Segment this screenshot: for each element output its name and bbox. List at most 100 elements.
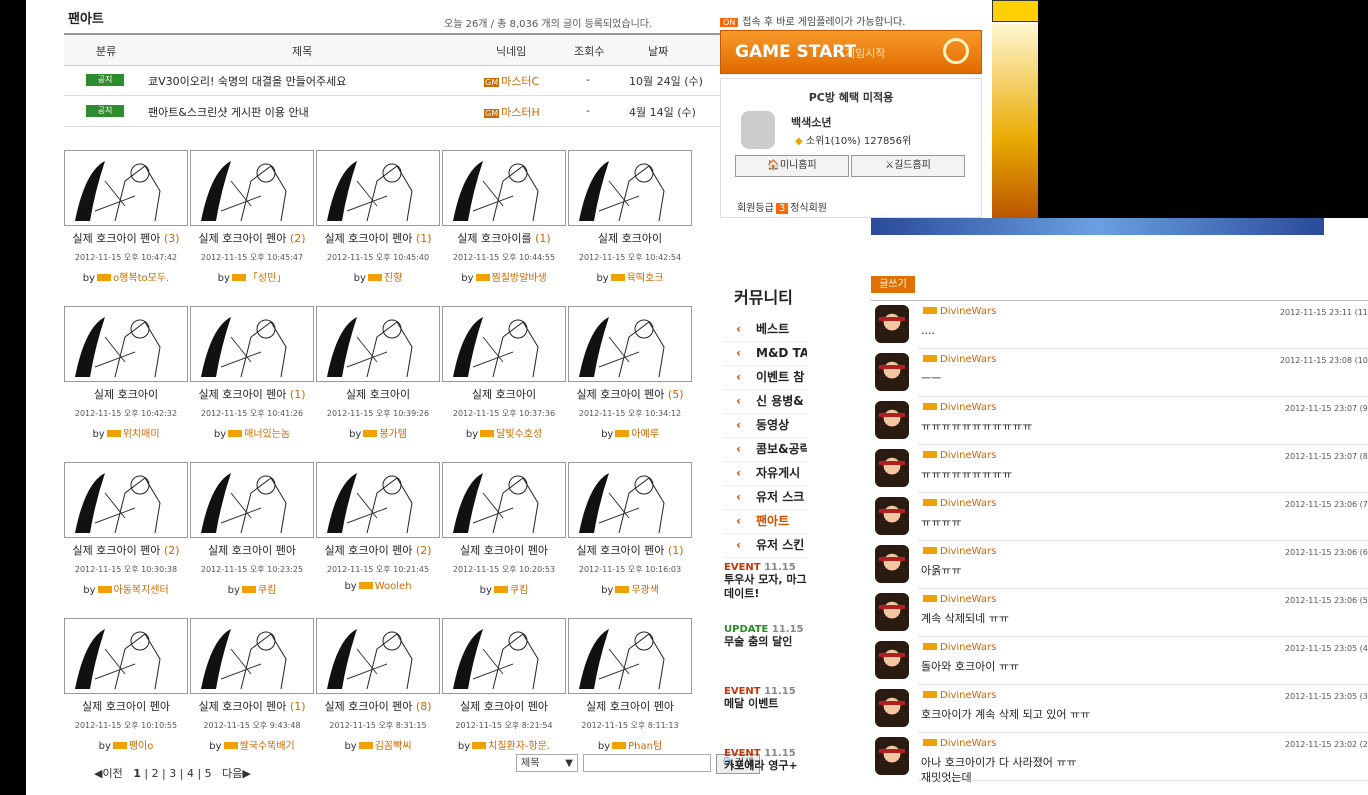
search-input[interactable] bbox=[583, 754, 711, 772]
fanart-item[interactable]: 실제 호크아이 2012-11-15 오후 10:42:54 by 육떡호크 bbox=[568, 150, 692, 290]
fanart-thumbnail[interactable] bbox=[316, 462, 440, 538]
fanart-author[interactable]: by Phan텀 bbox=[568, 737, 692, 752]
fanart-item[interactable]: 실제 호크아이 2012-11-15 오후 10:42:32 by 위치매미 bbox=[64, 306, 188, 446]
game-start-button[interactable]: GAME START 게임시작 bbox=[720, 30, 982, 74]
fanart-title[interactable]: 실제 호크아이 펜아 (1) bbox=[316, 230, 440, 246]
fanart-title[interactable]: 실제 호크아이 펜아 bbox=[64, 698, 188, 714]
fanart-item[interactable]: 실제 호크아이 펜아 2012-11-15 오후 8:11:13 by Phan텀 bbox=[568, 618, 692, 758]
notice-title[interactable]: 쿄V30이오리! 숙명의 대결을 만들어주세요 bbox=[148, 73, 346, 89]
fanart-item[interactable]: 실제 호크아이 펜아 (3) 2012-11-15 오후 10:47:42 by o행… bbox=[64, 150, 188, 290]
fanart-author[interactable]: by 봉가템 bbox=[316, 425, 440, 440]
fanart-item[interactable]: 실제 호크아이 2012-11-15 오후 10:39:26 by 봉가템 bbox=[316, 306, 440, 446]
fanart-item[interactable]: 실제 호크아이 펜아 2012-11-15 오후 8:21:54 by 치질환자-항… bbox=[442, 618, 566, 758]
fanart-author[interactable]: by 위치매미 bbox=[64, 425, 188, 440]
avatar[interactable] bbox=[875, 545, 909, 583]
top-button[interactable] bbox=[992, 0, 1038, 22]
fanart-author[interactable]: by 진향 bbox=[316, 269, 440, 284]
fanart-item[interactable]: 실제 호크아이 펜아 2012-11-15 오후 10:10:55 by 팽이o bbox=[64, 618, 188, 758]
fanart-author[interactable]: by 팽이o bbox=[64, 737, 188, 752]
fanart-author[interactable]: by Wooleh bbox=[316, 581, 440, 592]
notice-author[interactable]: GM 마스터H bbox=[484, 104, 540, 120]
minihome-button[interactable]: 🏠미니홈피 bbox=[735, 155, 849, 177]
fanart-item[interactable]: 실제 호크아이 펜아 (8) 2012-11-15 오후 8:31:15 by 김꼼빡… bbox=[316, 618, 440, 758]
fanart-thumbnail[interactable] bbox=[316, 618, 440, 694]
fanart-title[interactable]: 실제 호크아이 펜아 (1) bbox=[190, 386, 314, 402]
fanart-item[interactable]: 실제 호크아이 펜아 (1) 2012-11-15 오후 9:43:48 by 쌀국수… bbox=[190, 618, 314, 758]
fanart-thumbnail[interactable] bbox=[568, 618, 692, 694]
fanart-title[interactable]: 실제 호크아이 bbox=[442, 386, 566, 402]
page-3[interactable]: 3 bbox=[169, 767, 176, 780]
comment-author[interactable]: DivineWars bbox=[923, 450, 996, 461]
fanart-item[interactable]: 실제 호크아이 펜아 (1) 2012-11-15 오후 10:41:26 by 매너… bbox=[190, 306, 314, 446]
avatar[interactable] bbox=[875, 449, 909, 487]
fanart-author[interactable]: by 아동복지센터 bbox=[64, 581, 188, 596]
notice-row[interactable]: 공지 팬아트&스크린샷 게시판 이용 안내 GM 마스터H - 4월 14일 (수… bbox=[64, 96, 724, 127]
fanart-thumbnail[interactable] bbox=[442, 618, 566, 694]
comment-author[interactable]: DivineWars bbox=[923, 642, 996, 653]
fanart-item[interactable]: 실제 호크아이 2012-11-15 오후 10:37:36 by 달빛수호성 bbox=[442, 306, 566, 446]
fanart-title[interactable]: 실제 호크아이 펜아 (2) bbox=[190, 230, 314, 246]
fanart-title[interactable]: 실제 호크아이 펜아 (3) bbox=[64, 230, 188, 246]
fanart-author[interactable]: by 육떡호크 bbox=[568, 269, 692, 284]
comment-author[interactable]: DivineWars bbox=[923, 306, 996, 317]
prev-page[interactable]: ◀이전 bbox=[94, 767, 123, 780]
fanart-title[interactable]: 실제 호크아이 펜아 (2) bbox=[64, 542, 188, 558]
fanart-thumbnail[interactable] bbox=[568, 306, 692, 382]
avatar[interactable] bbox=[875, 497, 909, 535]
comment-author[interactable]: DivineWars bbox=[923, 402, 996, 413]
fanart-title[interactable]: 실제 호크아이 펜아 bbox=[442, 542, 566, 558]
avatar[interactable] bbox=[875, 593, 909, 631]
fanart-title[interactable]: 실제 호크아이 펜아 (1) bbox=[568, 542, 692, 558]
fanart-thumbnail[interactable] bbox=[64, 462, 188, 538]
notice-author[interactable]: GM 마스터C bbox=[484, 73, 539, 89]
fanart-thumbnail[interactable] bbox=[64, 306, 188, 382]
fanart-title[interactable]: 실제 호크아이 펜아 (8) bbox=[316, 698, 440, 714]
notice-title[interactable]: 팬아트&스크린샷 게시판 이용 안내 bbox=[148, 104, 309, 120]
page-2[interactable]: 2 bbox=[152, 767, 159, 780]
fanart-title[interactable]: 실제 호크아이 펜아 (2) bbox=[316, 542, 440, 558]
fanart-thumbnail[interactable] bbox=[568, 462, 692, 538]
fanart-thumbnail[interactable] bbox=[442, 306, 566, 382]
fanart-title[interactable]: 실제 호크아이를 (1) bbox=[442, 230, 566, 246]
fanart-author[interactable]: by 달빛수호성 bbox=[442, 425, 566, 440]
comment-author[interactable]: DivineWars bbox=[923, 690, 996, 701]
fanart-author[interactable]: by o행복to모두. bbox=[64, 269, 188, 284]
fanart-item[interactable]: 실제 호크아이 펜아 (2) 2012-11-15 오후 10:21:45 by Wo… bbox=[316, 462, 440, 602]
fanart-thumbnail[interactable] bbox=[316, 150, 440, 226]
fanart-author[interactable]: by 치질환자-항문. bbox=[442, 737, 566, 752]
fanart-title[interactable]: 실제 호크아이 bbox=[316, 386, 440, 402]
page-5[interactable]: 5 bbox=[205, 767, 212, 780]
fanart-item[interactable]: 실제 호크아이 펜아 (5) 2012-11-15 오후 10:34:12 by 아예… bbox=[568, 306, 692, 446]
fanart-author[interactable]: by 아예루 bbox=[568, 425, 692, 440]
avatar[interactable] bbox=[875, 353, 909, 391]
avatar[interactable] bbox=[875, 737, 909, 775]
guildhome-button[interactable]: ⚔길드홈피 bbox=[851, 155, 965, 177]
search-field-select[interactable]: 제목 ▼ bbox=[516, 754, 578, 772]
fanart-author[interactable]: by 쿠킴 bbox=[190, 581, 314, 596]
fanart-title[interactable]: 실제 호크아이 bbox=[568, 230, 692, 246]
page-4[interactable]: 4 bbox=[187, 767, 194, 780]
fanart-author[interactable]: by 쿠킴 bbox=[442, 581, 566, 596]
avatar[interactable] bbox=[875, 401, 909, 439]
fanart-title[interactable]: 실제 호크아이 펜아 bbox=[190, 542, 314, 558]
fanart-thumbnail[interactable] bbox=[190, 618, 314, 694]
fanart-item[interactable]: 실제 호크아이를 (1) 2012-11-15 오후 10:44:55 by 찜질방알… bbox=[442, 150, 566, 290]
fanart-title[interactable]: 실제 호크아이 bbox=[64, 386, 188, 402]
comment-author[interactable]: DivineWars bbox=[923, 354, 996, 365]
fanart-item[interactable]: 실제 호크아이 펜아 (2) 2012-11-15 오후 10:30:38 by 아동… bbox=[64, 462, 188, 602]
fanart-thumbnail[interactable] bbox=[64, 150, 188, 226]
side-banner[interactable] bbox=[992, 24, 1038, 218]
fanart-thumbnail[interactable] bbox=[568, 150, 692, 226]
fanart-title[interactable]: 실제 호크아이 펜아 (5) bbox=[568, 386, 692, 402]
fanart-item[interactable]: 실제 호크아이 펜아 (1) 2012-11-15 오후 10:16:03 by 무광… bbox=[568, 462, 692, 602]
comment-author[interactable]: DivineWars bbox=[923, 546, 996, 557]
fanart-thumbnail[interactable] bbox=[190, 150, 314, 226]
next-page[interactable]: 다음▶ bbox=[222, 767, 251, 780]
notice-row[interactable]: 공지 쿄V30이오리! 숙명의 대결을 만들어주세요 GM 마스터C - 10월 … bbox=[64, 65, 724, 96]
fanart-author[interactable]: by 무광색 bbox=[568, 581, 692, 596]
avatar[interactable] bbox=[875, 641, 909, 679]
fanart-item[interactable]: 실제 호크아이 펜아 2012-11-15 오후 10:23:25 by 쿠킴 bbox=[190, 462, 314, 602]
avatar[interactable] bbox=[875, 689, 909, 727]
comment-author[interactable]: DivineWars bbox=[923, 738, 996, 749]
fanart-author[interactable]: by 찜질방알바생 bbox=[442, 269, 566, 284]
